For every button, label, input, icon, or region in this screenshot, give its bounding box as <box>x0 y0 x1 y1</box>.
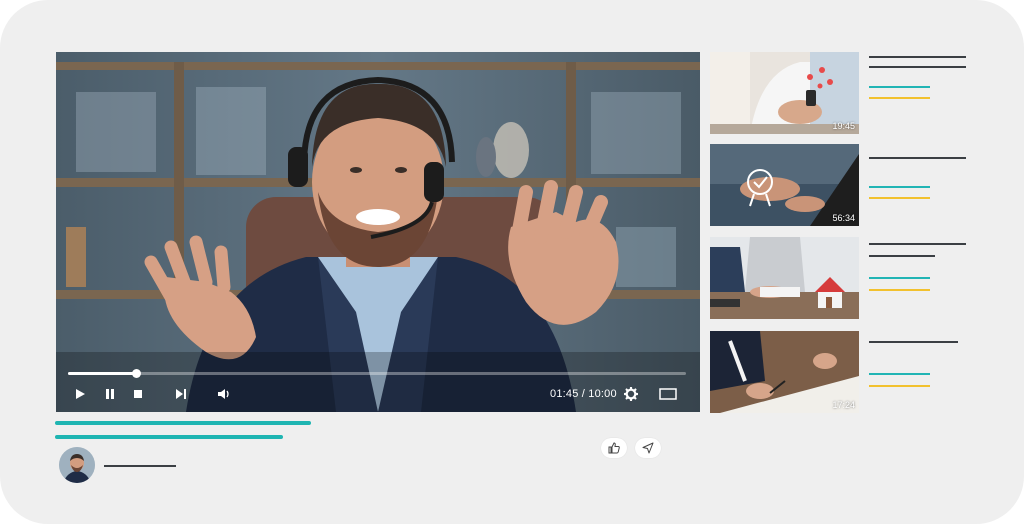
time-display: 01:45 / 10:00 <box>550 388 617 400</box>
video-title-placeholder <box>55 435 283 439</box>
placeholder-title-line <box>869 157 966 159</box>
placeholder-meta-line <box>869 277 930 279</box>
fullscreen-icon <box>659 388 677 400</box>
like-button[interactable] <box>601 438 627 458</box>
share-icon <box>642 442 654 454</box>
channel-name-placeholder <box>104 465 176 467</box>
duration-label: 19:45 <box>832 121 855 131</box>
duration-label: 17:24 <box>832 400 855 410</box>
share-button[interactable] <box>635 438 661 458</box>
stop-icon <box>134 390 142 398</box>
progress-fill <box>68 372 136 375</box>
placeholder-meta-line <box>869 373 930 375</box>
placeholder-meta-line <box>869 97 930 99</box>
settings-button[interactable] <box>623 386 639 402</box>
avatar[interactable] <box>59 447 95 483</box>
fullscreen-button[interactable] <box>658 386 678 402</box>
placeholder-meta-line <box>869 86 930 88</box>
pause-icon <box>106 389 114 399</box>
progress-knob[interactable] <box>131 369 141 378</box>
like-icon <box>608 442 620 454</box>
placeholder-meta-line <box>869 289 930 291</box>
video-player[interactable]: 01:45 / 10:00 <box>56 52 700 412</box>
placeholder-title-line <box>869 56 966 58</box>
placeholder-meta-line <box>869 197 930 199</box>
volume-button[interactable] <box>216 386 232 402</box>
video-frame-image <box>56 52 700 412</box>
player-controls: 01:45 / 10:00 <box>56 366 700 412</box>
stop-button[interactable] <box>130 386 146 402</box>
placeholder-title-line <box>869 243 966 245</box>
play-icon <box>76 389 85 399</box>
placeholder-title-line <box>869 66 966 68</box>
next-button[interactable] <box>173 386 189 402</box>
duration-label: 56:34 <box>832 213 855 223</box>
playlist-item-4[interactable]: 17:24 <box>710 331 859 413</box>
volume-icon <box>218 389 229 399</box>
playlist-item-3[interactable] <box>710 237 859 319</box>
playlist-item-1[interactable]: 19:45 <box>710 52 859 134</box>
placeholder-meta-line <box>869 385 930 387</box>
video-title-placeholder <box>55 421 311 425</box>
placeholder-title-line <box>869 255 935 257</box>
playlist-item-2[interactable]: 56:34 <box>710 144 859 226</box>
thumbnail-image <box>710 237 859 319</box>
next-icon <box>176 389 186 399</box>
placeholder-meta-line <box>869 186 930 188</box>
avatar-image <box>59 447 95 483</box>
play-button[interactable] <box>72 386 88 402</box>
settings-icon <box>624 387 638 401</box>
progress-bar[interactable] <box>68 369 686 378</box>
pause-button[interactable] <box>102 386 118 402</box>
placeholder-title-line <box>869 341 958 343</box>
